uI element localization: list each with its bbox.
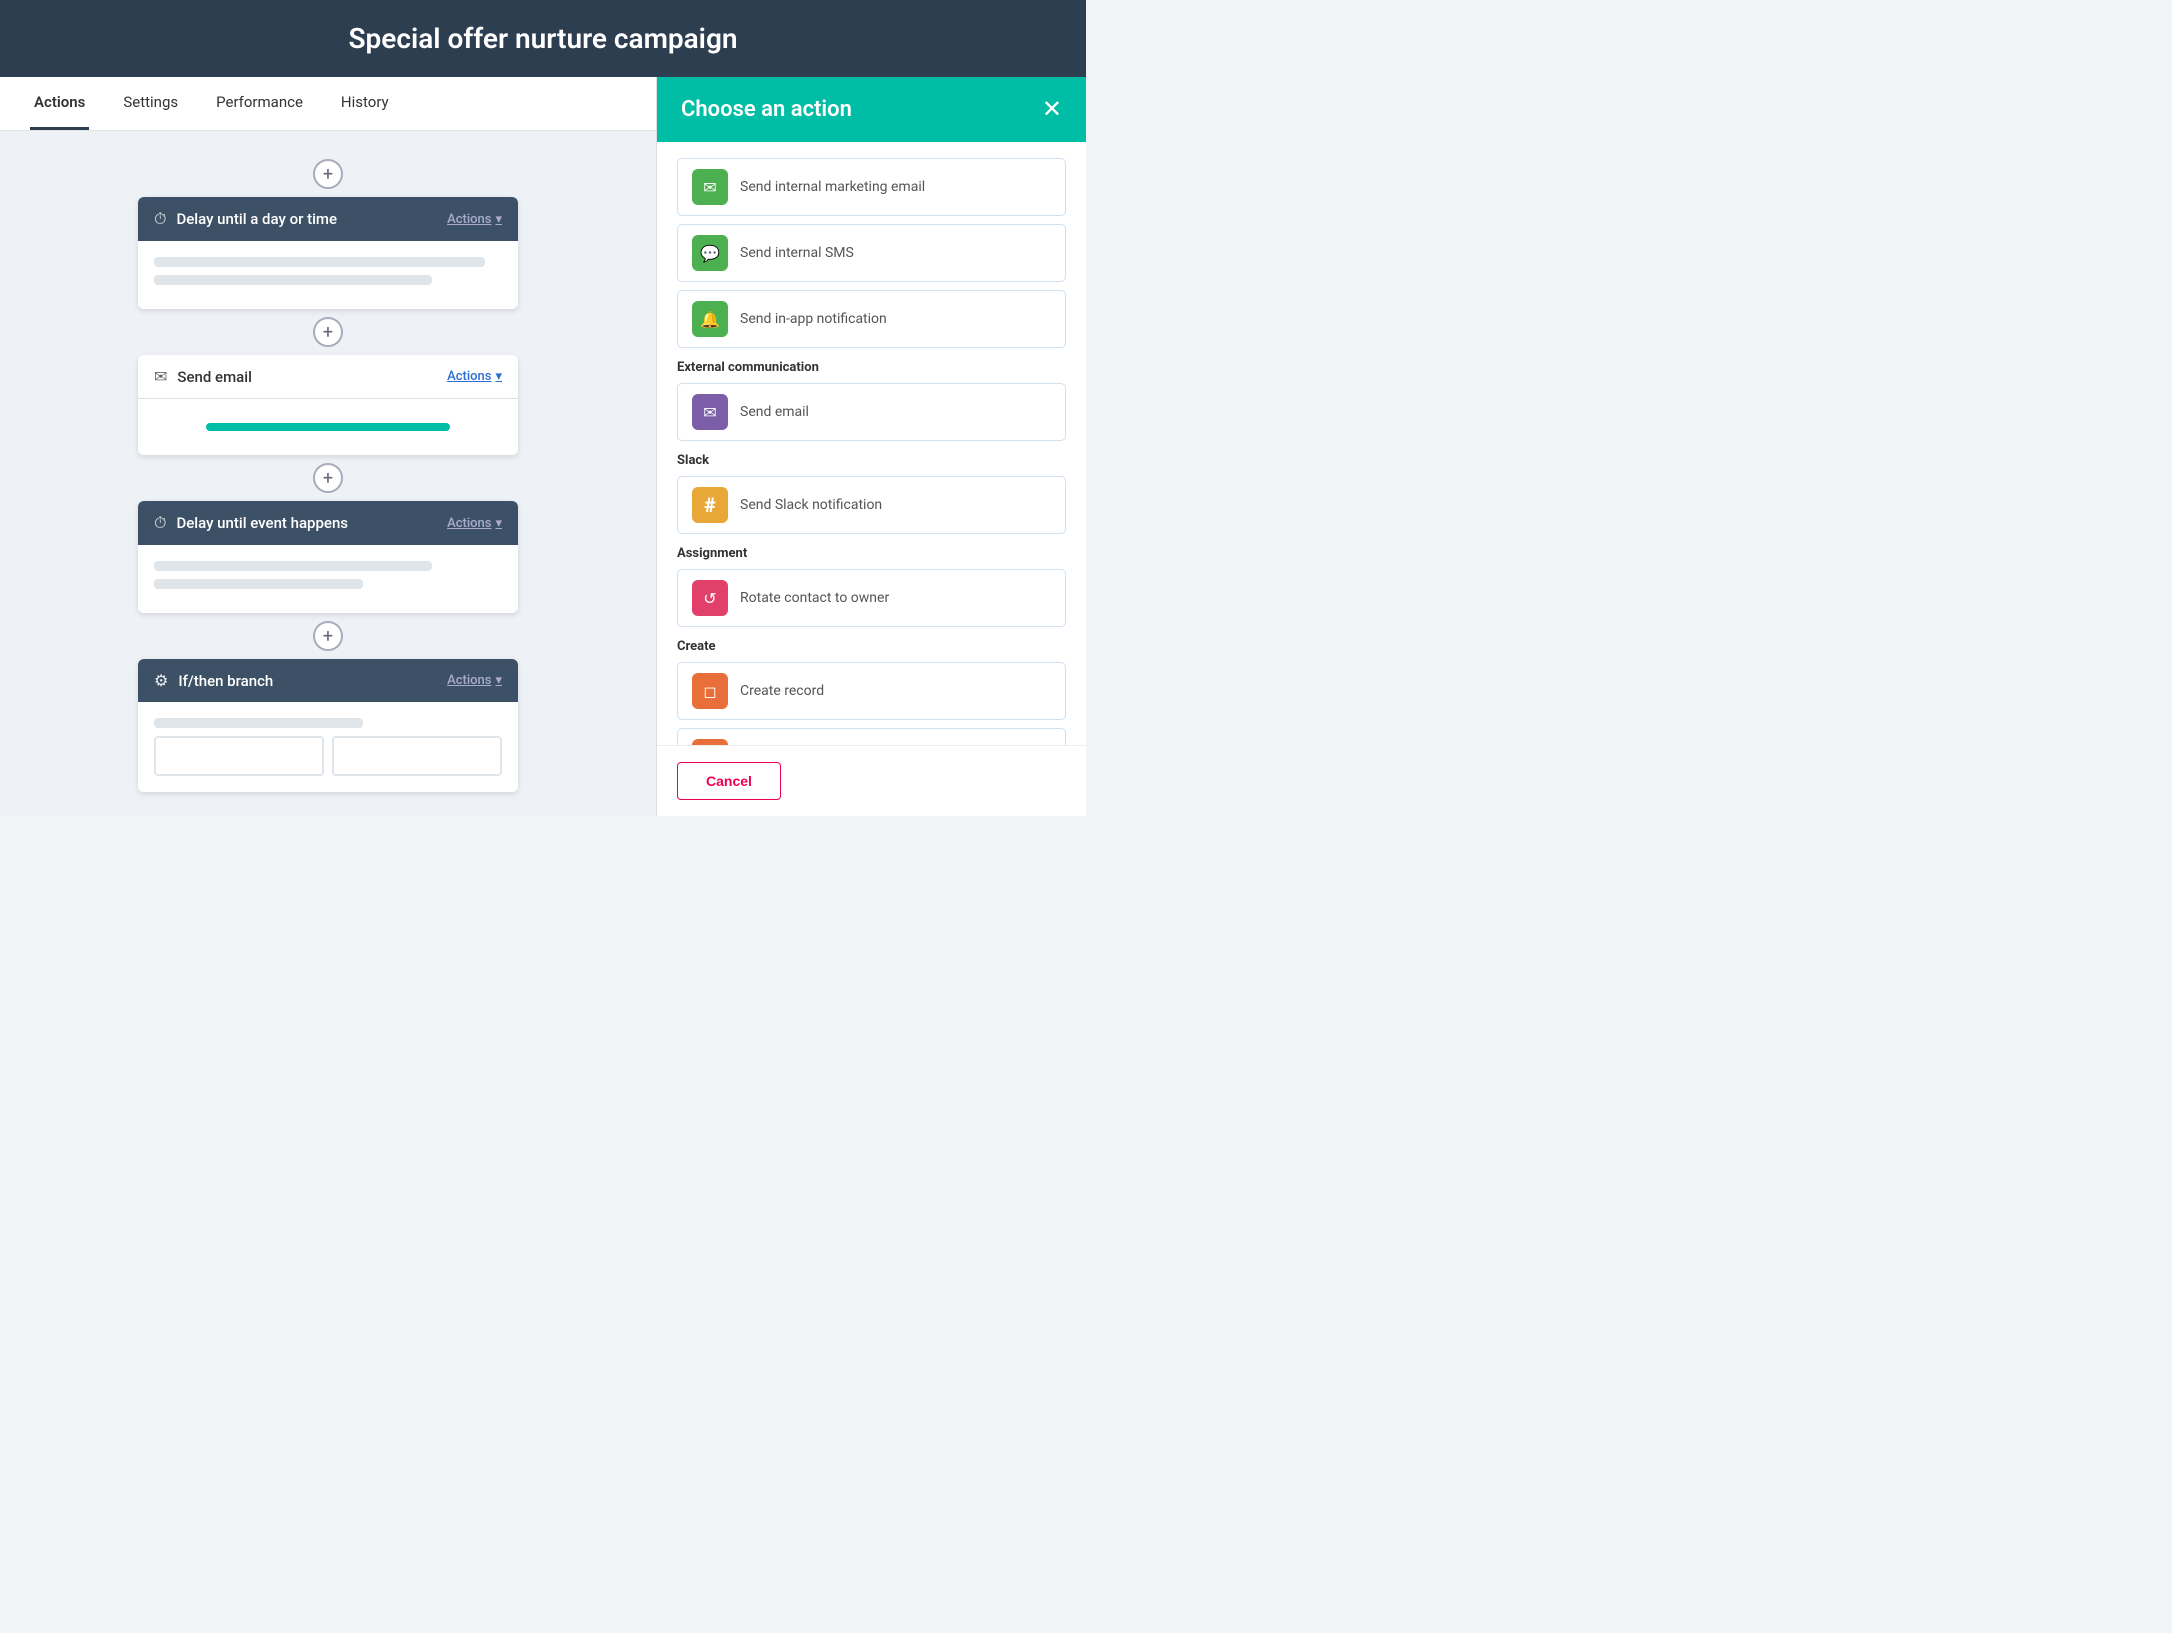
skeleton — [154, 579, 363, 589]
action-create-task[interactable]: ☐ Create task — [677, 728, 1066, 745]
node-branch-body — [138, 702, 518, 792]
action-create-record[interactable]: ◻ Create record — [677, 662, 1066, 720]
action-icon-sms: 💬 — [692, 235, 728, 271]
action-panel-header: Choose an action ✕ — [657, 77, 1086, 142]
node-branch-header: ⚙ If/then branch Actions ▾ — [138, 659, 518, 702]
action-label: Send internal marketing email — [740, 179, 925, 195]
tab-bar: Actions Settings Performance History — [0, 77, 656, 131]
action-label: Send Slack notification — [740, 497, 882, 513]
node-branch-title: If/then branch — [178, 672, 437, 690]
node-delay2-header: ⏱ Delay until event happens Actions ▾ — [138, 501, 518, 545]
action-panel-title: Choose an action — [681, 97, 852, 122]
action-send-inapp-notification[interactable]: 🔔 Send in-app notification — [677, 290, 1066, 348]
page-title: Special offer nurture campaign — [348, 22, 737, 55]
node-send-email-body — [138, 399, 518, 455]
category-assignment: Assignment — [677, 546, 1066, 561]
add-node-button-2[interactable]: + — [313, 317, 343, 347]
action-icon-inapp: 🔔 — [692, 301, 728, 337]
category-slack: Slack — [677, 453, 1066, 468]
node-delay2: ⏱ Delay until event happens Actions ▾ — [138, 501, 518, 613]
action-label: Rotate contact to owner — [740, 590, 889, 606]
skeleton — [154, 718, 363, 728]
node-delay2-title: Delay until event happens — [176, 514, 437, 532]
close-panel-button[interactable]: ✕ — [1042, 98, 1062, 122]
skeleton — [154, 275, 432, 285]
tab-actions[interactable]: Actions — [30, 77, 89, 130]
tab-performance[interactable]: Performance — [212, 77, 307, 130]
node-delay1-title: Delay until a day or time — [176, 210, 437, 228]
action-send-internal-marketing-email[interactable]: ✉ Send internal marketing email — [677, 158, 1066, 216]
email-progress-bar — [206, 423, 450, 431]
node-send-email-actions[interactable]: Actions ▾ — [447, 369, 502, 384]
action-panel: Choose an action ✕ ✉ Send internal marke… — [656, 77, 1086, 816]
skeleton — [154, 257, 485, 267]
action-label: Create record — [740, 683, 824, 699]
branch-icon: ⚙ — [154, 671, 168, 690]
node-delay2-body — [138, 545, 518, 613]
node-delay1-body — [138, 241, 518, 309]
action-send-slack[interactable]: # Send Slack notification — [677, 476, 1066, 534]
add-node-button-3[interactable]: + — [313, 463, 343, 493]
action-icon-slack: # — [692, 487, 728, 523]
workflow-panel: Actions Settings Performance History + ⏱… — [0, 77, 656, 816]
action-panel-footer: Cancel — [657, 745, 1086, 816]
action-rotate-contact[interactable]: ↺ Rotate contact to owner — [677, 569, 1066, 627]
action-label: Send internal SMS — [740, 245, 854, 261]
action-label: Send email — [740, 404, 809, 420]
add-node-button-top[interactable]: + — [313, 159, 343, 189]
tab-settings[interactable]: Settings — [119, 77, 182, 130]
node-branch: ⚙ If/then branch Actions ▾ — [138, 659, 518, 792]
category-create: Create — [677, 639, 1066, 654]
action-icon-rotate: ↺ — [692, 580, 728, 616]
node-delay1-header: ⏱ Delay until a day or time Actions ▾ — [138, 197, 518, 241]
add-node-button-4[interactable]: + — [313, 621, 343, 651]
node-send-email: ✉ Send email Actions ▾ — [138, 355, 518, 455]
action-list: ✉ Send internal marketing email 💬 Send i… — [657, 142, 1086, 745]
category-external-comm: External communication — [677, 360, 1066, 375]
action-send-internal-sms[interactable]: 💬 Send internal SMS — [677, 224, 1066, 282]
email-icon: ✉ — [154, 367, 167, 386]
skeleton — [154, 561, 432, 571]
node-branch-actions[interactable]: Actions ▾ — [447, 673, 502, 688]
main-layout: Actions Settings Performance History + ⏱… — [0, 77, 1086, 816]
cancel-button[interactable]: Cancel — [677, 762, 781, 800]
node-delay2-actions[interactable]: Actions ▾ — [447, 516, 502, 531]
delay-icon: ⏱ — [154, 209, 166, 229]
node-send-email-title: Send email — [177, 368, 437, 386]
node-delay1-actions[interactable]: Actions ▾ — [447, 212, 502, 227]
action-send-email[interactable]: ✉ Send email — [677, 383, 1066, 441]
action-icon-create-record: ◻ — [692, 673, 728, 709]
delay2-icon: ⏱ — [154, 513, 166, 533]
action-icon-marketing-email: ✉ — [692, 169, 728, 205]
workflow-canvas: + ⏱ Delay until a day or time Actions ▾ … — [0, 131, 656, 816]
page-header: Special offer nurture campaign — [0, 0, 1086, 77]
action-icon-email: ✉ — [692, 394, 728, 430]
tab-history[interactable]: History — [337, 77, 393, 130]
action-label: Send in-app notification — [740, 311, 887, 327]
node-delay1: ⏱ Delay until a day or time Actions ▾ — [138, 197, 518, 309]
node-send-email-header: ✉ Send email Actions ▾ — [138, 355, 518, 399]
